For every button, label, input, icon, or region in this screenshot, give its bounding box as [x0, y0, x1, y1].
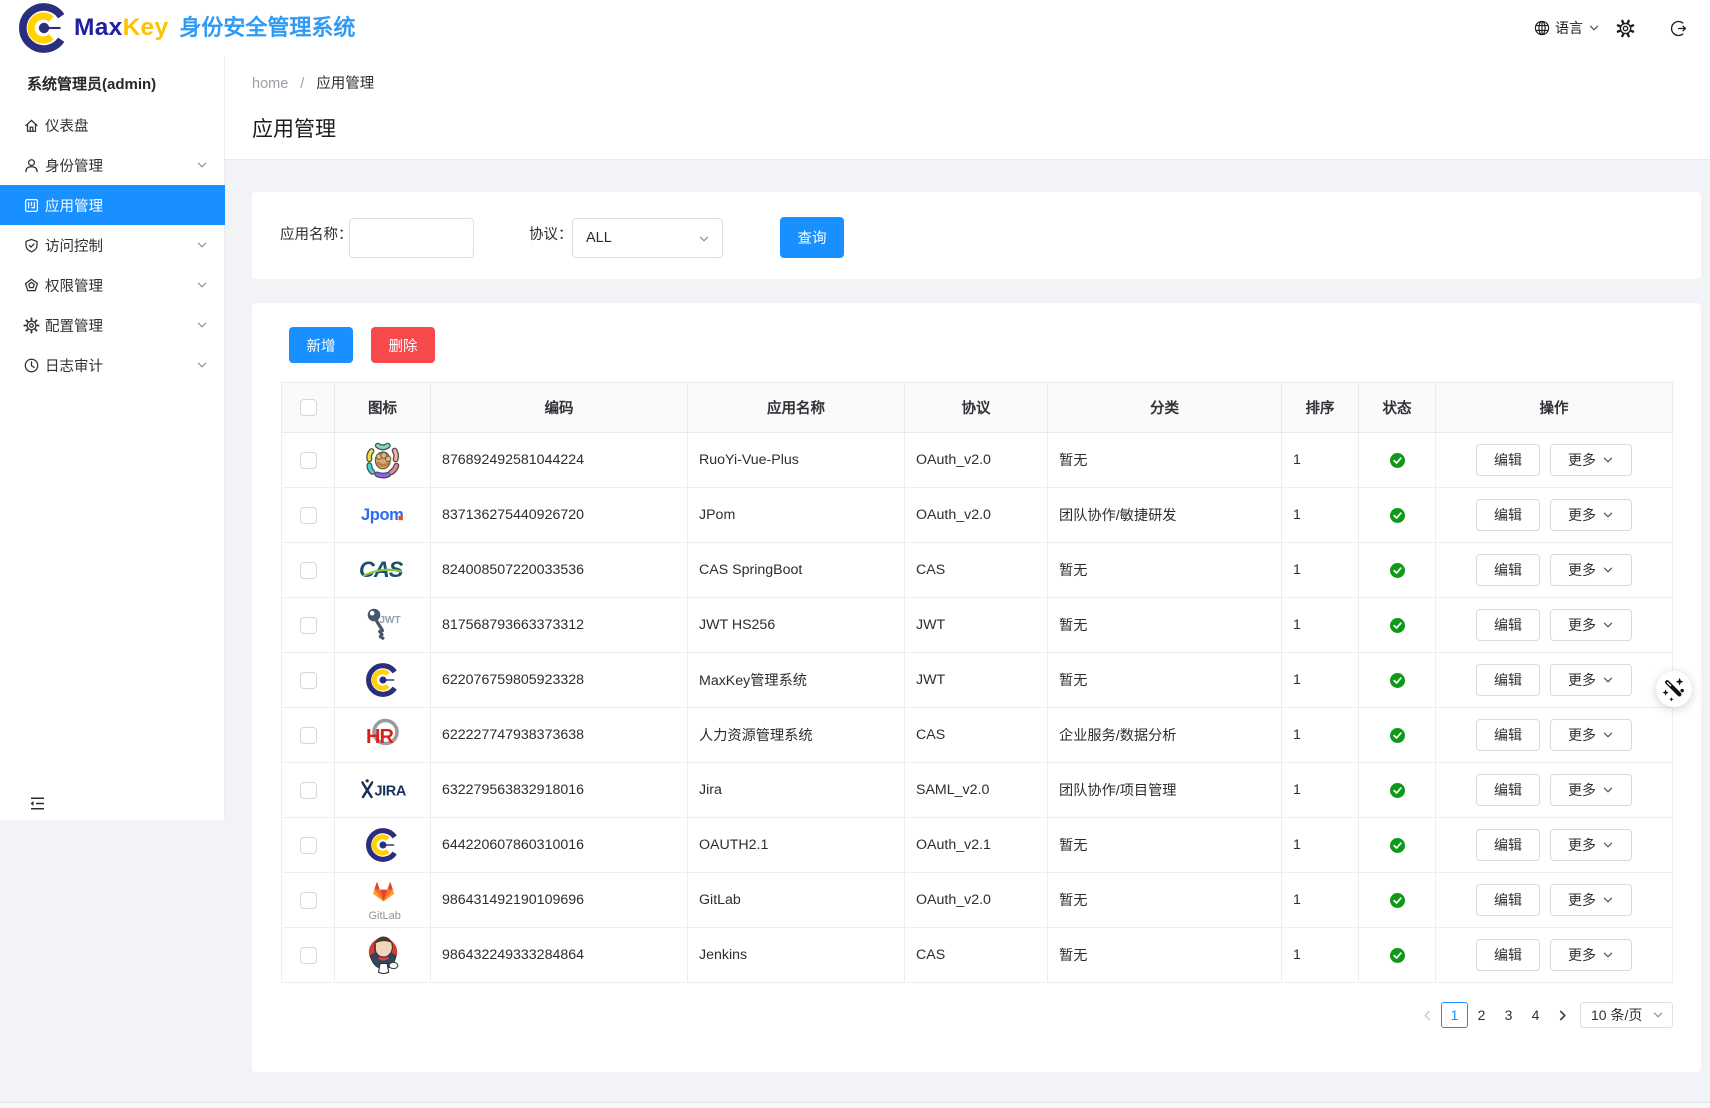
svg-text:GitLab: GitLab: [368, 910, 400, 922]
svg-text:Jpom: Jpom: [361, 506, 403, 524]
svg-text:JIRA: JIRA: [374, 784, 406, 800]
svg-text:HR: HR: [366, 726, 394, 748]
svg-text:JWT: JWT: [379, 615, 400, 626]
